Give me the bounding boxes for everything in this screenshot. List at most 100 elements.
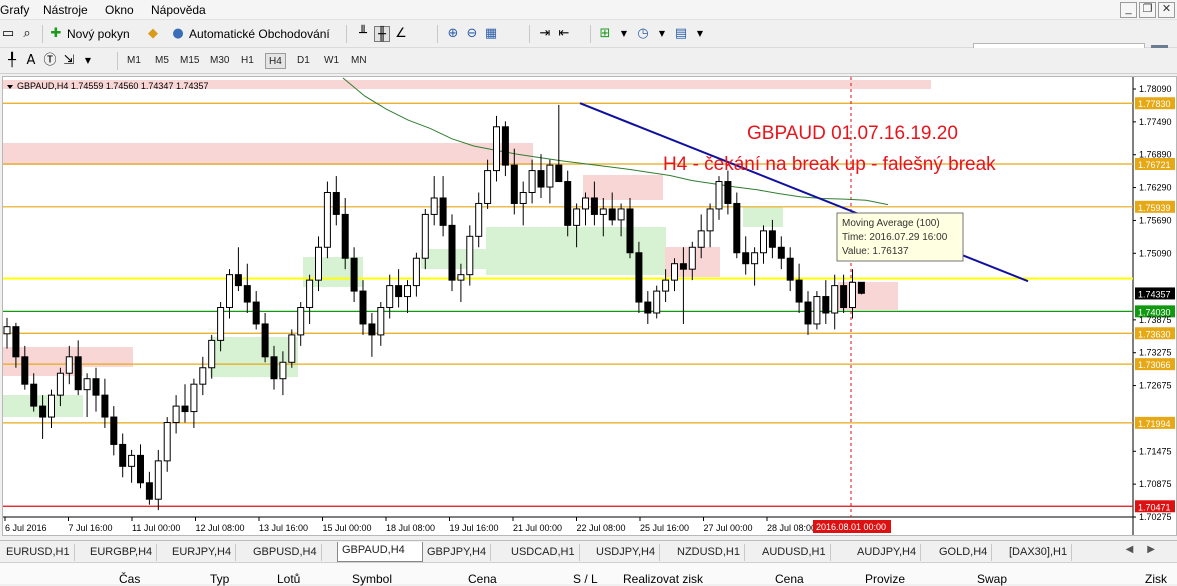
level-label: 1.70471 bbox=[1138, 502, 1171, 512]
candle-body bbox=[475, 202, 483, 237]
level-label: 1.76721 bbox=[1138, 160, 1171, 170]
candle-body bbox=[777, 246, 785, 259]
chart-tab[interactable]: EURUSD,H1 bbox=[2, 544, 75, 561]
menu-window[interactable]: Okno bbox=[105, 3, 134, 17]
candle-body bbox=[145, 482, 153, 500]
period-separators-icon[interactable]: ╀ bbox=[4, 53, 20, 69]
candle-body bbox=[421, 213, 429, 259]
chevron-down-icon[interactable]: ▼ bbox=[654, 26, 670, 42]
chart-tab[interactable]: AUDJPY,H4 bbox=[853, 544, 922, 561]
candle-body bbox=[608, 208, 616, 221]
zoom-out-icon[interactable]: ⊖ bbox=[464, 26, 480, 42]
new-order-label: Nový pokyn bbox=[67, 27, 130, 41]
level-label: 1.73630 bbox=[1138, 329, 1171, 339]
candle-body bbox=[412, 257, 420, 287]
chart-tab[interactable]: [DAX30],H1 bbox=[1005, 544, 1073, 561]
chart-window[interactable]: 1.77830 1.76721 1.75939 1.74030 1.73630 1.730… bbox=[2, 76, 1177, 536]
text-box-icon[interactable]: Ⓣ bbox=[42, 53, 58, 69]
candle-body bbox=[128, 454, 136, 467]
autoscroll-icon[interactable]: ⇥ bbox=[537, 26, 553, 42]
timeframe-w1[interactable]: W1 bbox=[321, 53, 342, 69]
menu-tools[interactable]: Nástroje bbox=[43, 3, 88, 17]
text-label-icon[interactable]: A bbox=[23, 53, 39, 69]
candle-body bbox=[671, 263, 678, 281]
candle-body bbox=[617, 208, 625, 221]
x-tick-label: 15 Jul 00:00 bbox=[323, 523, 372, 533]
candle-body bbox=[323, 192, 331, 248]
chevron-down-icon[interactable]: ▼ bbox=[692, 26, 708, 42]
candle-body bbox=[466, 235, 474, 276]
menu-help[interactable]: Nápověda bbox=[151, 3, 206, 17]
bar-chart-icon[interactable]: ╨ bbox=[355, 26, 371, 42]
chart-tab[interactable]: GBPUSD,H4 bbox=[249, 544, 322, 561]
chart-tab[interactable]: GBPAUD,H4 bbox=[337, 542, 423, 562]
candle-body bbox=[519, 192, 527, 204]
candle-body bbox=[137, 454, 144, 484]
tile-windows-icon[interactable]: ▦ bbox=[483, 26, 499, 42]
minimize-button[interactable]: _ bbox=[1120, 2, 1137, 18]
candle-body bbox=[252, 301, 260, 325]
zoom-page-icon[interactable]: ⌕ bbox=[19, 26, 35, 42]
candle-body bbox=[688, 246, 696, 270]
chart-shift-icon[interactable]: ⇤ bbox=[556, 26, 572, 42]
timeframe-m15[interactable]: M15 bbox=[177, 53, 202, 69]
chart-tab[interactable]: GBPJPY,H4 bbox=[423, 544, 492, 561]
timeframe-h4[interactable]: H4 bbox=[265, 53, 286, 69]
timeframe-d1[interactable]: D1 bbox=[294, 53, 313, 69]
tab-scroll-arrows[interactable]: ◀▶ bbox=[1126, 544, 1169, 555]
candle-body bbox=[306, 279, 314, 309]
profile-icon[interactable]: ▭ bbox=[0, 26, 16, 42]
candle-chart-icon[interactable]: ╫ bbox=[374, 26, 390, 42]
candle-body bbox=[92, 378, 100, 396]
candle-body bbox=[181, 405, 189, 413]
menu-bar: Grafy Nástroje Okno Nápověda _ ❐ ✕ bbox=[0, 0, 1177, 20]
candle-body bbox=[813, 296, 821, 325]
new-order-button[interactable]: ✚ Nový pokyn bbox=[48, 24, 130, 44]
candle-body bbox=[12, 326, 20, 358]
main-toolbar: ▭ ⌕ ✚ Nový pokyn ◆ ● Automatické Obchodo… bbox=[0, 20, 1177, 63]
templates-icon[interactable]: ▤ bbox=[673, 26, 689, 42]
arrows-icon[interactable]: ⇲ bbox=[61, 53, 77, 69]
candle-body bbox=[501, 126, 509, 166]
x-tick-label: 27 Jul 00:00 bbox=[704, 523, 753, 533]
candle-body bbox=[270, 356, 278, 380]
chart-tab[interactable]: NZDUSD,H1 bbox=[673, 544, 745, 561]
zoom-in-icon[interactable]: ⊕ bbox=[445, 26, 461, 42]
chart-tab[interactable]: EURGBP,H4 bbox=[86, 544, 158, 561]
chart-type-group: ╨ ╫ ∠ bbox=[355, 24, 409, 44]
timeframe-m30[interactable]: M30 bbox=[207, 53, 232, 69]
tooltip-text: Value: 1.76137 bbox=[842, 246, 909, 257]
chart-tab[interactable]: AUDUSD,H1 bbox=[758, 544, 831, 561]
restore-button[interactable]: ❐ bbox=[1139, 2, 1156, 18]
close-button[interactable]: ✕ bbox=[1158, 2, 1175, 18]
timeframe-h1[interactable]: H1 bbox=[238, 53, 257, 69]
candle-body bbox=[528, 170, 536, 194]
chart-tab[interactable]: USDCAD,H1 bbox=[507, 544, 580, 561]
chevron-down-icon[interactable]: ▼ bbox=[80, 53, 96, 69]
candle-body bbox=[804, 301, 812, 325]
chart-tab[interactable]: USDJPY,H4 bbox=[592, 544, 661, 561]
candle-body bbox=[430, 197, 438, 215]
menu-charts[interactable]: Grafy bbox=[0, 3, 29, 17]
x-tick-label: 11 Jul 00:00 bbox=[132, 523, 180, 533]
indicators-icon[interactable]: ⊞ bbox=[597, 26, 613, 42]
annotation-subtitle: H4 - čekání na break up - falešný break bbox=[663, 154, 996, 175]
candle-body bbox=[857, 281, 865, 294]
x-tick-label: 25 Jul 16:00 bbox=[640, 523, 689, 533]
line-chart-icon[interactable]: ∠ bbox=[393, 26, 409, 42]
metaeditor-button[interactable]: ◆ bbox=[145, 24, 161, 44]
timeframe-m5[interactable]: M5 bbox=[152, 53, 172, 69]
price-chart[interactable]: 1.778301.767211.759391.740301.736301.730… bbox=[3, 77, 1176, 535]
chevron-down-icon[interactable]: ▼ bbox=[616, 26, 632, 42]
time-cursor-label: 2016.08.01 00:00 bbox=[816, 522, 886, 532]
candle-body bbox=[573, 208, 581, 226]
timeframe-m1[interactable]: M1 bbox=[124, 53, 144, 69]
chart-tab[interactable]: EURJPY,H4 bbox=[168, 544, 237, 561]
timeframe-mn[interactable]: MN bbox=[348, 53, 370, 69]
auto-trading-button[interactable]: ● Automatické Obchodování bbox=[170, 24, 329, 44]
candle-body bbox=[110, 416, 118, 445]
chart-tab[interactable]: GOLD,H4 bbox=[935, 544, 993, 561]
periods-icon[interactable]: ◷ bbox=[635, 26, 651, 42]
x-tick-label: 19 Jul 16:00 bbox=[450, 523, 499, 533]
candle-body bbox=[21, 356, 29, 385]
